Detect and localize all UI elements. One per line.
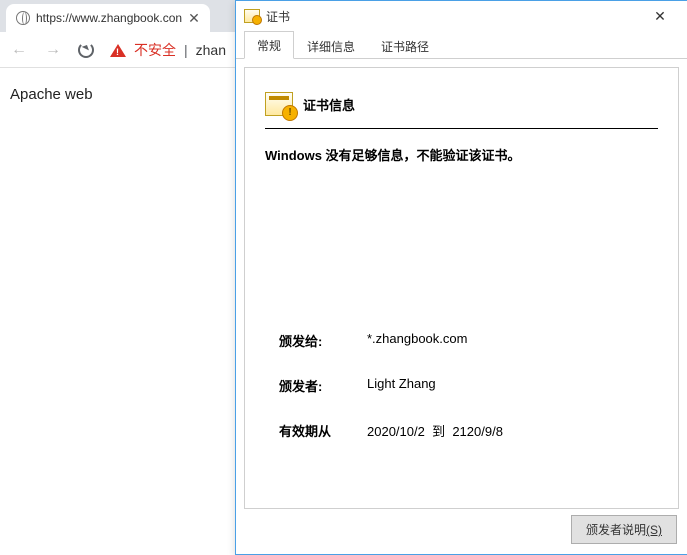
issuer-statement-button[interactable]: 颁发者说明(S): [571, 515, 677, 544]
cert-warning-message: Windows 没有足够信息，不能验证该证书。: [265, 145, 658, 164]
issued-to-row: 颁发给: *.zhangbook.com: [265, 323, 658, 368]
issuer-label: 颁发者:: [279, 376, 339, 395]
divider: [265, 128, 658, 129]
forward-button[interactable]: →: [44, 41, 62, 59]
reload-icon[interactable]: [78, 42, 94, 58]
issuer-row: 颁发者: Light Zhang: [265, 368, 658, 413]
page-text: Apache web: [10, 86, 93, 103]
dialog-tabs: 常规 详细信息 证书路径: [236, 31, 687, 59]
tab-details[interactable]: 详细信息: [294, 32, 368, 59]
dialog-button-row: 颁发者说明(S): [244, 509, 679, 546]
issued-to-label: 颁发给:: [279, 331, 339, 350]
tab-general[interactable]: 常规: [244, 31, 294, 59]
cert-panel: 证书信息 Windows 没有足够信息，不能验证该证书。 颁发给: *.zhan…: [244, 67, 679, 509]
dialog-title: 证书: [266, 8, 290, 25]
certificate-dialog: 证书 ✕ 常规 详细信息 证书路径 证书信息 Windows 没有足够信息，不能…: [235, 0, 687, 555]
tab-title: https://www.zhangbook.con: [36, 11, 182, 25]
back-button[interactable]: ←: [10, 41, 28, 59]
tab-cert-path[interactable]: 证书路径: [368, 32, 442, 59]
address-separator: |: [184, 42, 188, 58]
valid-from-value: 2020/10/2 到 2120/9/8: [367, 421, 503, 440]
validity-row: 有效期从 2020/10/2 到 2120/9/8: [265, 413, 658, 458]
certificate-warning-icon: [265, 92, 293, 116]
url-text: zhan: [196, 42, 226, 58]
issuer-value: Light Zhang: [367, 376, 436, 395]
issued-to-value: *.zhangbook.com: [367, 331, 467, 350]
cert-info-heading: 证书信息: [303, 95, 355, 114]
valid-from-label: 有效期从: [279, 421, 339, 440]
globe-icon: [16, 11, 30, 25]
browser-tab[interactable]: https://www.zhangbook.con ✕: [6, 4, 210, 32]
certificate-icon: [244, 9, 260, 23]
warning-icon: [110, 36, 126, 57]
close-tab-icon[interactable]: ✕: [188, 11, 200, 25]
dialog-close-button[interactable]: ✕: [641, 2, 679, 30]
tab-body: 证书信息 Windows 没有足够信息，不能验证该证书。 颁发给: *.zhan…: [236, 59, 687, 554]
dialog-titlebar[interactable]: 证书 ✕: [236, 1, 687, 31]
insecure-label: 不安全: [134, 40, 176, 60]
